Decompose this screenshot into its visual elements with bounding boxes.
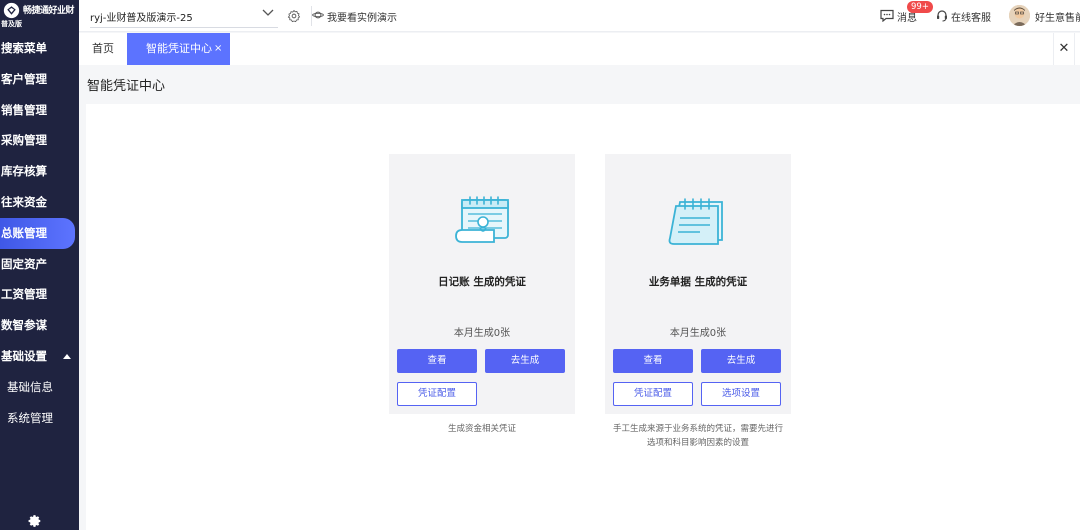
monthly-count: 本月生成0张 <box>669 328 727 339</box>
sidebar-item-general-ledger[interactable]: 总账管理 <box>0 217 75 249</box>
sidebar-item-label: 基础设置 <box>1 348 47 363</box>
account-select-value: ryj-业财普及版演示-25 <box>90 13 193 24</box>
top-bar: ryj-业财普及版演示-25 我要看实例演示 消息 99+ 在线客服 好生意售前 <box>79 0 1080 32</box>
sidebar: 畅捷通好业财 普及版 搜索菜单 客户管理 销售管理 采购管理 库存核算 往来资金… <box>0 0 79 530</box>
planet-icon <box>312 11 324 19</box>
sidebar-item-customers[interactable]: 客户管理 <box>0 64 79 95</box>
tab-smart-voucher-center[interactable]: 智能凭证中心 × <box>127 33 230 65</box>
card-title: 业务单据 生成的凭证 <box>648 276 748 288</box>
card-description-line: 选项和科目影响因素的设置 <box>646 438 749 448</box>
avatar[interactable] <box>1009 5 1030 26</box>
logo-edition: 普及版 <box>1 20 22 28</box>
card-description-line: 手工生成来源于业务系统的凭证，需要先进行 <box>612 424 783 434</box>
user-name[interactable]: 好生意售前 <box>1035 9 1080 24</box>
close-icon[interactable]: × <box>214 33 222 65</box>
card-title: 日记账 生成的凭证 <box>438 276 526 288</box>
demo-link-label: 我要看实例演示 <box>327 13 397 24</box>
generate-button[interactable]: 去生成 <box>485 349 565 373</box>
sidebar-item-sales[interactable]: 销售管理 <box>0 95 79 126</box>
sidebar-item-payroll[interactable]: 工资管理 <box>0 279 79 310</box>
sidebar-item-system-management[interactable]: 系统管理 <box>0 403 79 434</box>
sidebar-item-purchasing[interactable]: 采购管理 <box>0 125 79 156</box>
headset-icon <box>937 10 947 22</box>
monthly-count: 本月生成0张 <box>453 328 511 339</box>
voucher-config-button[interactable]: 凭证配置 <box>397 382 477 406</box>
notebook-illustration-icon <box>668 198 723 245</box>
avatar-image <box>1009 5 1030 26</box>
content-panel: 日记账 生成的凭证 本月生成0张 查看 去生成 凭证配置 生成资金相关凭证 业务… <box>86 104 1080 530</box>
card-description: 手工生成来源于业务系统的凭证，需要先进行 选项和科目影响因素的设置 <box>591 422 805 450</box>
gear-icon[interactable] <box>28 514 42 528</box>
tab-home[interactable]: 首页 <box>92 33 114 65</box>
sidebar-item-search-menu[interactable]: 搜索菜单 <box>0 33 79 64</box>
view-button[interactable]: 查看 <box>613 349 693 373</box>
voucher-config-button[interactable]: 凭证配置 <box>613 382 693 406</box>
message-icon <box>880 9 894 22</box>
page-title: 智能凭证中心 <box>87 79 166 94</box>
options-settings-button[interactable]: 选项设置 <box>701 382 781 406</box>
sidebar-item-basic-info[interactable]: 基础信息 <box>0 372 79 403</box>
calendar-illustration-icon <box>455 196 509 243</box>
demo-link[interactable]: 我要看实例演示 <box>312 9 397 24</box>
sidebar-nav: 搜索菜单 客户管理 销售管理 采购管理 库存核算 往来资金 总账管理 固定资产 … <box>0 33 79 433</box>
caret-up-icon <box>63 353 71 359</box>
sidebar-item-smart-advisor[interactable]: 数智参谋 <box>0 310 79 341</box>
logo[interactable]: 畅捷通好业财 普及版 <box>0 0 79 34</box>
account-select[interactable]: ryj-业财普及版演示-25 <box>90 4 278 28</box>
journal-voucher-card: 日记账 生成的凭证 本月生成0张 查看 去生成 凭证配置 <box>389 154 575 414</box>
sidebar-item-fixed-assets[interactable]: 固定资产 <box>0 249 79 280</box>
card-description: 生成资金相关凭证 <box>447 424 516 434</box>
tab-bar: 首页 智能凭证中心 × ✕ <box>79 33 1080 65</box>
logo-name: 畅捷通好业财 <box>23 6 75 16</box>
tab-label: 智能凭证中心 <box>146 42 212 55</box>
close-all-tabs-button[interactable]: ✕ <box>1053 33 1075 65</box>
chevron-down-icon <box>262 9 274 16</box>
messages-badge: 99+ <box>907 1 933 13</box>
business-document-voucher-card: 业务单据 生成的凭证 本月生成0张 查看 去生成 凭证配置 选项设置 <box>605 154 791 414</box>
sidebar-item-inventory[interactable]: 库存核算 <box>0 156 79 187</box>
view-button[interactable]: 查看 <box>397 349 477 373</box>
sidebar-item-basic-settings[interactable]: 基础设置 <box>0 341 79 372</box>
sidebar-item-funds[interactable]: 往来资金 <box>0 187 79 218</box>
online-support-label: 在线客服 <box>951 13 991 24</box>
logo-icon <box>3 2 20 19</box>
generate-button[interactable]: 去生成 <box>701 349 781 373</box>
gear-icon[interactable] <box>287 9 301 23</box>
